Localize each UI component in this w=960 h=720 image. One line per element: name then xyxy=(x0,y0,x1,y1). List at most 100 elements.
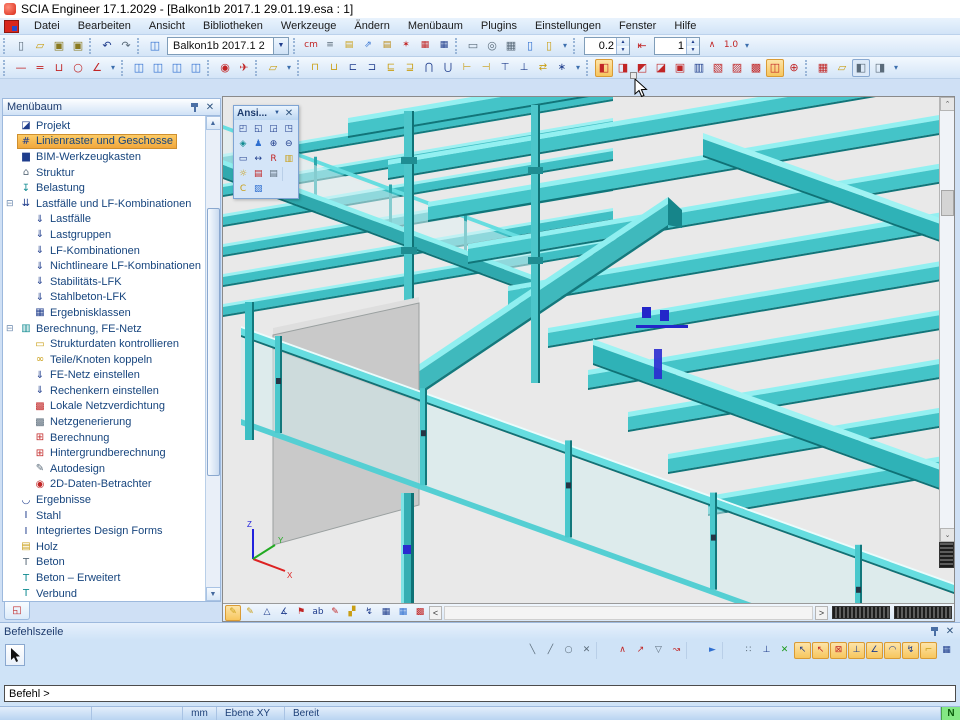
calculator-icon[interactable]: ▦ xyxy=(938,642,955,659)
activity-tool-icon[interactable]: ▧ xyxy=(709,59,727,77)
tree-item[interactable]: ⊟ ⇊ Lastfälle und LF-Kombinationen xyxy=(3,196,204,212)
numbers-table-icon[interactable]: ▦ xyxy=(378,605,394,621)
save-icon[interactable]: ▣ xyxy=(50,37,68,55)
activity-tool-icon[interactable]: ◨ xyxy=(614,59,632,77)
print-icon[interactable]: ▭ xyxy=(464,37,482,55)
tree-item[interactable]: ∞ Teile/Knoten koppeln xyxy=(3,352,204,368)
viewport-vscrollbar[interactable]: ⌃ ⌄ xyxy=(939,97,954,542)
line-snap-icon[interactable]: ╲ xyxy=(524,642,541,659)
tree-item[interactable]: ◡ Ergebnisse xyxy=(3,492,204,508)
tree-item[interactable]: ▆ BIM-Werkzeugkasten xyxy=(3,149,204,165)
viewport-hscrollbar[interactable] xyxy=(444,606,813,620)
tree-item[interactable]: ✎ Autodesign xyxy=(3,461,204,477)
view-parameters-locked-icon[interactable]: ▤ xyxy=(267,167,281,181)
separator[interactable] xyxy=(596,642,613,659)
document-icon[interactable]: ▯ xyxy=(521,37,539,55)
load-scale-icon[interactable]: ⇤ xyxy=(633,37,651,55)
close-icon[interactable]: ✕ xyxy=(283,108,295,119)
activity-tool-icon[interactable]: ▣ xyxy=(671,59,689,77)
snap-length-icon[interactable]: ⌐ xyxy=(920,642,937,659)
fast-adjust-icon[interactable]: ↯ xyxy=(361,605,377,621)
modeling-tool-icon[interactable]: ⊔ xyxy=(325,59,343,77)
dimension-line-icon[interactable]: = xyxy=(31,59,49,77)
menu-item[interactable]: Ansicht xyxy=(140,19,194,33)
tree-item[interactable]: ▩ Lokale Netzverdichtung xyxy=(3,399,204,415)
print-preview-icon[interactable]: ◎ xyxy=(483,37,501,55)
snap-intersection-icon[interactable]: ⊠ xyxy=(830,642,847,659)
docked-bar-1[interactable] xyxy=(832,606,890,619)
zoom-selection-icon[interactable]: R xyxy=(267,152,281,166)
scroll-down-icon[interactable]: ▼ xyxy=(206,587,221,601)
tree-item[interactable]: T Verbund xyxy=(3,586,204,602)
modeling-tool-icon[interactable]: ⊏ xyxy=(344,59,362,77)
tree-item[interactable]: # Linienraster und Geschosse xyxy=(3,134,204,150)
angle-tool-icon[interactable]: ∠ xyxy=(88,59,106,77)
view-top-icon[interactable]: ◳ xyxy=(282,122,296,136)
menu-item[interactable]: Fenster xyxy=(610,19,665,33)
node-tool-icon[interactable]: ∧ xyxy=(614,642,631,659)
activity-tool-icon[interactable]: ◫ xyxy=(766,59,784,77)
menu-item[interactable]: Bibliotheken xyxy=(194,19,272,33)
command-input[interactable]: Befehl > xyxy=(4,685,956,702)
tree-item[interactable]: ▩ Netzgenerierung xyxy=(3,414,204,430)
chevron-down-icon[interactable]: ▼ xyxy=(274,110,280,116)
view-axonometric-icon[interactable]: ◰ xyxy=(236,122,250,136)
tree-item[interactable]: I Integriertes Design Forms xyxy=(3,523,204,539)
toolbar-overflow-icon[interactable]: ▾ xyxy=(890,59,902,77)
tree-item[interactable]: ⇓ Nichtlineare LF-Kombinationen xyxy=(3,258,204,274)
flag-icon[interactable]: ⚑ xyxy=(293,605,309,621)
decimal-precision-icon[interactable]: 1.0 xyxy=(722,37,740,55)
scroll-thumb[interactable] xyxy=(941,190,954,216)
load-draw-icon[interactable]: ✎ xyxy=(327,605,343,621)
toolbar-overflow-icon[interactable]: ▾ xyxy=(572,59,584,77)
tree-item[interactable]: ⇓ Lastfälle xyxy=(3,212,204,228)
open-project-icon[interactable]: ▱ xyxy=(31,37,49,55)
spinner-arrows[interactable]: ▲▼ xyxy=(686,38,699,54)
zoom-all-icon[interactable]: ↔ xyxy=(251,152,265,166)
pencil-icon[interactable]: ✎ xyxy=(242,605,258,621)
image-export-icon[interactable]: ▯ xyxy=(540,37,558,55)
menu-item[interactable]: Bearbeiten xyxy=(69,19,140,33)
modeling-tool-icon[interactable]: ⇄ xyxy=(534,59,552,77)
docked-bar-2[interactable] xyxy=(894,606,952,619)
perspective-icon[interactable]: ◧ xyxy=(852,59,870,77)
zoom-out-icon[interactable]: ⊖ xyxy=(282,137,296,151)
pin-icon[interactable] xyxy=(189,102,200,113)
modeling-tool-icon[interactable]: ⊣ xyxy=(477,59,495,77)
toolbar-overflow-icon[interactable]: ▾ xyxy=(283,59,295,77)
open-profile-icon[interactable]: ⊔ xyxy=(50,59,68,77)
scroll-up-icon[interactable]: ▲ xyxy=(206,116,221,130)
toolbar-overflow-icon[interactable]: ▾ xyxy=(741,37,753,55)
clipboard-icon[interactable]: ▤ xyxy=(378,37,396,55)
menu-item[interactable]: Ändern xyxy=(345,19,398,33)
circle-tool-icon[interactable]: ○ xyxy=(69,59,87,77)
modeling-tool-icon[interactable]: ⊢ xyxy=(458,59,476,77)
circle-snap-icon[interactable]: ○ xyxy=(560,642,577,659)
separator[interactable] xyxy=(282,167,296,181)
move-tool-icon[interactable]: ↗ xyxy=(632,642,649,659)
visibility-icon[interactable]: ◉ xyxy=(216,59,234,77)
display-set-icon[interactable]: ▞ xyxy=(344,605,360,621)
zoom-in-icon[interactable]: ⊕ xyxy=(267,137,281,151)
tree-item[interactable]: ⇓ Stabilitäts-LFK xyxy=(3,274,204,290)
multi-copy-icon[interactable]: ◫ xyxy=(149,59,167,77)
spinner-arrows[interactable]: ▲▼ xyxy=(616,38,629,54)
modeling-tool-icon[interactable]: ⊑ xyxy=(382,59,400,77)
close-icon[interactable]: ✕ xyxy=(944,626,956,637)
perspective-2-icon[interactable]: ◨ xyxy=(871,59,889,77)
toolbar-overflow-icon[interactable]: ▾ xyxy=(107,59,119,77)
edit-pencil-icon[interactable]: ✎ xyxy=(225,605,241,621)
tree-scrollbar[interactable]: ▲ ▼ xyxy=(205,116,220,601)
menubaum-tab[interactable]: ◱ xyxy=(4,602,30,620)
save-all-icon[interactable]: ▣ xyxy=(69,37,87,55)
area-tool-icon[interactable]: ▽ xyxy=(650,642,667,659)
tree-expander-icon[interactable]: ⊟ xyxy=(6,199,17,209)
tree-item[interactable]: ▭ Strukturdaten kontrollieren xyxy=(3,336,204,352)
copy-member-icon[interactable]: ◫ xyxy=(130,59,148,77)
menu-item[interactable]: Datei xyxy=(25,19,69,33)
layers-icon[interactable]: ≡ xyxy=(321,37,339,55)
angle-display-icon[interactable]: ∡ xyxy=(276,605,292,621)
view-toolbar-header[interactable]: Ansi... ▼ ✕ xyxy=(234,106,298,120)
paste-special-icon[interactable]: ◫ xyxy=(187,59,205,77)
light-icon[interactable]: ☼ xyxy=(236,167,250,181)
